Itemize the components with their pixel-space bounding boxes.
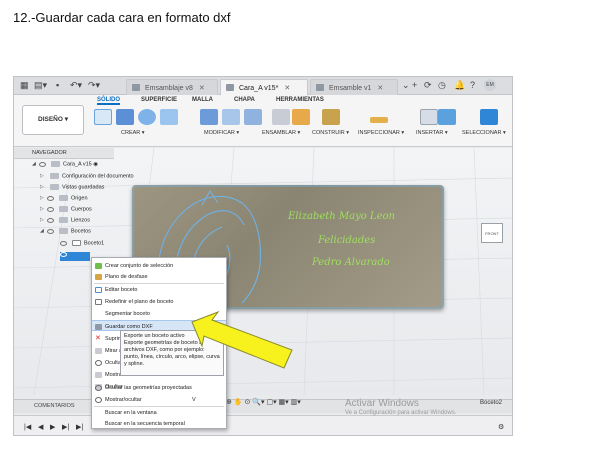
annotation-arrow [191, 310, 293, 369]
